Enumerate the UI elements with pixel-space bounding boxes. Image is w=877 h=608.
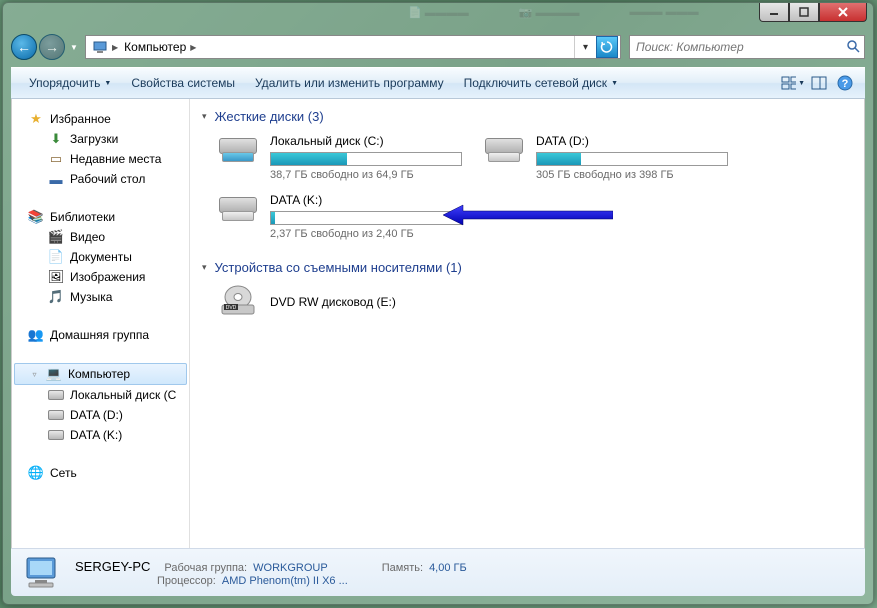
- forward-button[interactable]: →: [39, 34, 65, 60]
- uninstall-button[interactable]: Удалить или изменить программу: [245, 69, 454, 97]
- music-icon: 🎵: [48, 289, 64, 305]
- minimize-button[interactable]: [759, 3, 789, 22]
- downloads-icon: ⬇: [48, 131, 64, 147]
- svg-text:DVD: DVD: [226, 305, 237, 311]
- drive-k[interactable]: DATA (K:) 2,37 ГБ свободно из 2,40 ГБ: [216, 193, 462, 240]
- explorer-window: ← → ▼ ▶ Компьютер▶ ▾ Упорядочить▼ Свойст…: [2, 2, 874, 605]
- search-icon[interactable]: [842, 39, 864, 56]
- sidebar-item-recent[interactable]: ▭Недавние места: [12, 149, 189, 169]
- drive-label: DATA (D:): [536, 134, 728, 148]
- drive-label: DVD RW дисковод (E:): [270, 295, 462, 309]
- sidebar-item-drive-k[interactable]: DATA (K:): [12, 425, 189, 445]
- chevron-down-icon: ▼: [104, 80, 111, 87]
- preview-pane-button[interactable]: [807, 71, 831, 95]
- sidebar-item-drive-d[interactable]: DATA (D:): [12, 405, 189, 425]
- sidebar-item-drive-c[interactable]: Локальный диск (C: [12, 385, 189, 405]
- drive-d[interactable]: DATA (D:) 305 ГБ свободно из 398 ГБ: [482, 134, 728, 181]
- network-icon: 🌐: [28, 465, 44, 481]
- drive-info: 38,7 ГБ свободно из 64,9 ГБ: [270, 169, 462, 181]
- expand-icon[interactable]: ▿: [29, 370, 40, 379]
- svg-text:?: ?: [842, 78, 849, 90]
- arrow-right-icon: →: [45, 39, 59, 55]
- star-icon: ★: [28, 111, 44, 127]
- status-bar: SERGEY-PC Рабочая группа:WORKGROUP Памят…: [11, 548, 865, 596]
- sidebar-item-video[interactable]: 🎬Видео: [12, 227, 189, 247]
- computer-icon: 💻: [46, 366, 62, 382]
- drive-info: 2,37 ГБ свободно из 2,40 ГБ: [270, 228, 462, 240]
- video-icon: 🎬: [48, 229, 64, 245]
- drive-capacity-bar: [270, 211, 462, 225]
- chevron-down-icon: ▼: [798, 80, 805, 87]
- drive-dvd[interactable]: DVD DVD RW дисковод (E:): [216, 285, 462, 325]
- refresh-button[interactable]: [596, 36, 618, 58]
- sidebar-item-documents[interactable]: 📄Документы: [12, 247, 189, 267]
- view-button[interactable]: ▼: [781, 71, 805, 95]
- homegroup-icon: 👥: [28, 327, 44, 343]
- history-dropdown[interactable]: ▼: [67, 37, 81, 57]
- search-input[interactable]: [630, 37, 842, 57]
- drive-label: Локальный диск (C:): [270, 134, 462, 148]
- content-pane: ▾ Жесткие диски (3) Локальный диск (C:) …: [190, 99, 864, 548]
- drive-icon: [48, 387, 64, 403]
- toolbar: Упорядочить▼ Свойства системы Удалить ил…: [11, 67, 865, 99]
- drive-capacity-bar: [536, 152, 728, 166]
- address-dropdown[interactable]: ▾: [574, 36, 596, 58]
- sidebar: ★Избранное ⬇Загрузки ▭Недавние места ▬Ра…: [12, 99, 190, 548]
- drive-c[interactable]: Локальный диск (C:) 38,7 ГБ свободно из …: [216, 134, 462, 181]
- breadcrumb-segment[interactable]: Компьютер▶: [118, 36, 202, 58]
- sidebar-item-pictures[interactable]: 🖼Изображения: [12, 267, 189, 287]
- sidebar-network[interactable]: 🌐Сеть: [12, 463, 189, 483]
- system-properties-button[interactable]: Свойства системы: [121, 69, 245, 97]
- drive-info: 305 ГБ свободно из 398 ГБ: [536, 169, 728, 181]
- back-button[interactable]: ←: [11, 34, 37, 60]
- group-removable[interactable]: ▾ Устройства со съемными носителями (1): [202, 260, 852, 275]
- group-hard-drives[interactable]: ▾ Жесткие диски (3): [202, 109, 852, 124]
- sidebar-favorites[interactable]: ★Избранное: [12, 109, 189, 129]
- hard-drive-icon: [216, 134, 260, 174]
- chevron-down-icon: ▾: [202, 111, 207, 122]
- sidebar-item-downloads[interactable]: ⬇Загрузки: [12, 129, 189, 149]
- hard-drive-icon: [216, 193, 260, 233]
- sidebar-item-desktop[interactable]: ▬Рабочий стол: [12, 169, 189, 189]
- documents-icon: 📄: [48, 249, 64, 265]
- hard-drive-icon: [482, 134, 526, 174]
- sidebar-item-music[interactable]: 🎵Музыка: [12, 287, 189, 307]
- sidebar-libraries[interactable]: 📚Библиотеки: [12, 207, 189, 227]
- desktop-icon: ▬: [48, 171, 64, 187]
- sidebar-computer[interactable]: ▿💻Компьютер: [14, 363, 187, 385]
- drive-capacity-bar: [270, 152, 462, 166]
- drive-icon: [48, 427, 64, 443]
- computer-icon: [92, 39, 108, 55]
- drive-label: DATA (K:): [270, 193, 462, 207]
- chevron-down-icon: ▾: [202, 262, 207, 273]
- computer-name: SERGEY-PC: [75, 559, 150, 574]
- close-button[interactable]: [819, 3, 867, 22]
- chevron-down-icon: ▼: [611, 80, 618, 87]
- recent-icon: ▭: [48, 151, 64, 167]
- maximize-button[interactable]: [789, 3, 819, 22]
- arrow-left-icon: ←: [17, 39, 31, 55]
- dvd-drive-icon: DVD: [216, 285, 260, 325]
- search-box[interactable]: [629, 35, 865, 59]
- organize-button[interactable]: Упорядочить▼: [19, 69, 121, 97]
- map-drive-button[interactable]: Подключить сетевой диск▼: [454, 69, 628, 97]
- library-icon: 📚: [28, 209, 44, 225]
- pictures-icon: 🖼: [48, 269, 64, 285]
- computer-icon: [21, 554, 63, 592]
- sidebar-homegroup[interactable]: 👥Домашняя группа: [12, 325, 189, 345]
- help-button[interactable]: ?: [833, 71, 857, 95]
- chevron-right-icon: ▶: [190, 43, 196, 52]
- drive-icon: [48, 407, 64, 423]
- address-bar[interactable]: ▶ Компьютер▶ ▾: [85, 35, 621, 59]
- titlebar[interactable]: [3, 3, 873, 31]
